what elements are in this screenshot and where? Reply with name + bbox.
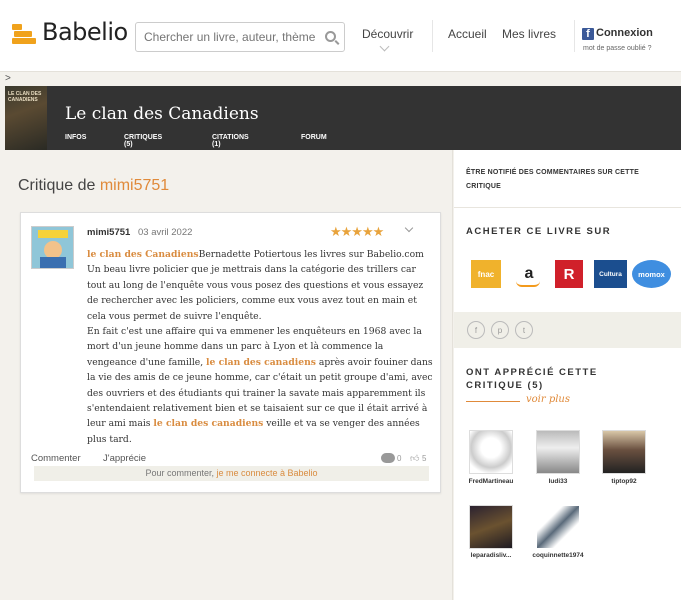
liked-by-title: ONT APPRÉCIÉ CETTE CRITIQUE (5) (466, 367, 598, 391)
comments-count: 0 (397, 454, 402, 463)
fan-name[interactable]: ludi33 (528, 478, 588, 485)
r-shop-button[interactable]: R (555, 260, 583, 288)
avatar[interactable] (31, 226, 74, 269)
nav-accueil[interactable]: Accueil (448, 27, 487, 41)
amazon-smile-icon (516, 281, 540, 287)
review-source: Bernadette Potiertous les livres sur Bab… (198, 249, 424, 260)
facebook-icon[interactable]: f (582, 28, 594, 40)
book-title[interactable]: Le clan des Canadiens (65, 104, 259, 124)
review-body: le clan des CanadiensBernadette Potierto… (87, 247, 433, 447)
thumbs-up-icon[interactable]: 👍︎ (410, 453, 419, 464)
facebook-share-icon[interactable]: f (467, 321, 485, 339)
divider (432, 20, 433, 52)
heading-prefix: Critique de (18, 177, 96, 194)
fan-avatar[interactable] (602, 430, 646, 474)
fan-name[interactable]: leparadisliv... (461, 552, 521, 559)
fan-avatar[interactable] (469, 505, 513, 549)
book-link[interactable]: le clan des canadiens (206, 357, 316, 368)
momox-button[interactable]: momox (632, 260, 671, 288)
breadcrumb[interactable]: > (5, 73, 11, 84)
book-link[interactable]: le clan des Canadiens (87, 249, 199, 260)
review-actions: Commenter J'apprécie 0 👍︎ 5 (31, 453, 431, 467)
book-link[interactable]: le clan des canadiens (153, 418, 263, 429)
divider (454, 207, 681, 208)
twitter-share-icon[interactable]: t (515, 321, 533, 339)
fan-name[interactable]: FredMartineau (461, 478, 521, 485)
fan-avatar[interactable] (536, 430, 580, 474)
see-more-link[interactable]: voir plus (526, 394, 570, 405)
fnac-button[interactable]: fnac (471, 260, 501, 288)
search-input[interactable] (136, 23, 316, 51)
logo-text: Babelio (42, 18, 128, 46)
logo-icon (12, 20, 38, 44)
login-prefix: Pour commenter, (145, 468, 214, 478)
chevron-down-icon[interactable] (404, 223, 414, 233)
tab-forum[interactable]: FORUM (301, 134, 327, 141)
review-date: 03 avril 2022 (138, 227, 193, 238)
login-link[interactable]: Connexion (596, 27, 653, 39)
tab-citations[interactable]: CITATIONS (1) (212, 134, 249, 148)
review-paragraph: En fait c'est une affaire qui va emmener… (87, 324, 433, 447)
book-banner: LE CLAN DES CANADIENS Le clan des Canadi… (5, 86, 681, 150)
comment-button[interactable]: Commenter (31, 453, 81, 464)
notify-link[interactable]: ÊTRE NOTIFIÉ DES COMMENTAIRES SUR CETTE … (466, 166, 656, 194)
divider (574, 20, 575, 52)
review-paragraph: Un beau livre policier que je mettrais d… (87, 264, 424, 322)
fan-avatar[interactable] (469, 430, 513, 474)
tab-infos[interactable]: INFOS (65, 134, 86, 141)
divider (466, 401, 520, 402)
heading-user-link[interactable]: mimi5751 (100, 177, 169, 194)
reviewer-name[interactable]: mimi5751 (87, 227, 130, 238)
search-box[interactable] (135, 22, 345, 52)
rating-stars: ★★★★★ (330, 224, 384, 239)
pinterest-share-icon[interactable]: p (491, 321, 509, 339)
search-icon[interactable] (325, 31, 336, 42)
nav-decouvrir[interactable]: Découvrir (362, 27, 413, 41)
fan-name[interactable]: tiptop92 (594, 478, 654, 485)
forgot-password-link[interactable]: mot de passe oublié ? (583, 45, 652, 52)
page-title: Critique de mimi5751 (18, 177, 169, 195)
login-to-comment-link[interactable]: je me connecte à Babelio (216, 468, 317, 478)
comment-icon[interactable] (381, 453, 395, 463)
like-button[interactable]: J'apprécie (103, 453, 146, 464)
login-to-comment: Pour commenter, je me connecte à Babelio (34, 466, 429, 481)
babelio-logo[interactable]: Babelio (12, 18, 128, 46)
social-share-row (454, 312, 681, 348)
tab-critiques[interactable]: CRITIQUES (5) (124, 134, 162, 148)
cultura-button[interactable]: Cultura (594, 260, 627, 288)
fan-avatar[interactable] (536, 505, 580, 549)
review-card: mimi5751 03 avril 2022 ★★★★★ le clan des… (20, 212, 441, 493)
nav-mes-livres[interactable]: Mes livres (502, 27, 556, 41)
likes-count: 5 (422, 454, 427, 463)
buy-title: ACHETER CE LIVRE SUR (466, 226, 612, 237)
book-cover[interactable]: LE CLAN DES CANADIENS (5, 86, 47, 150)
fan-name[interactable]: coquinnette1974 (528, 552, 588, 559)
cover-title: LE CLAN DES CANADIENS (8, 91, 42, 103)
